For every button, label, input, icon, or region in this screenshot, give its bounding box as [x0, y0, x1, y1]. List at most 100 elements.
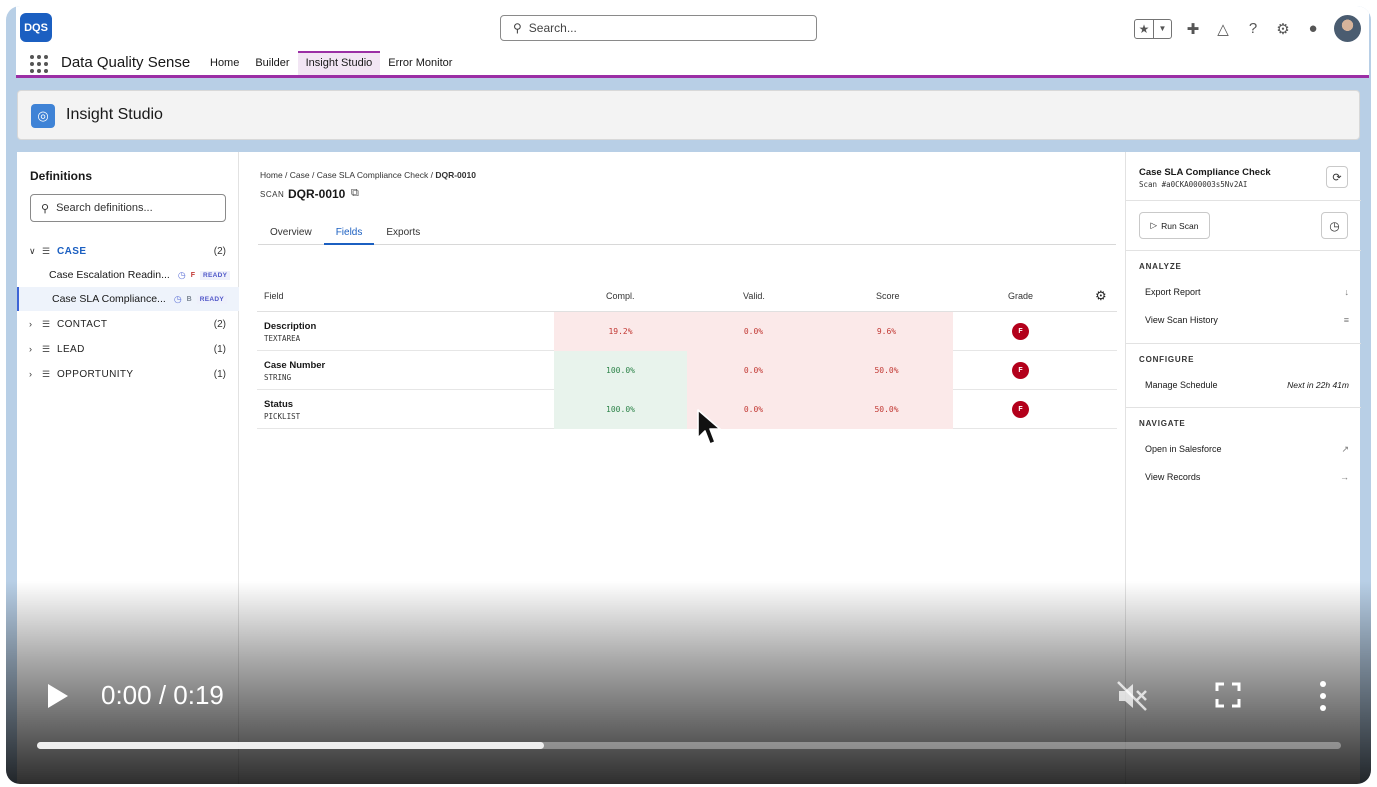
column-header-compl[interactable]: Compl.: [606, 291, 635, 301]
tab-fields[interactable]: Fields: [323, 217, 375, 245]
table-row[interactable]: Case Number STRING 100.0% 0.0% 50.0% F: [257, 351, 1117, 390]
app-logo[interactable]: DQS: [20, 13, 52, 42]
global-search-input[interactable]: ⚲ Search...: [500, 15, 817, 41]
avatar[interactable]: [1334, 15, 1361, 42]
favorites-group[interactable]: ★ ▼: [1134, 18, 1172, 39]
definitions-search-placeholder: Search definitions...: [56, 202, 153, 214]
chevron-right-icon[interactable]: ›: [29, 319, 39, 329]
valid-cell: 0.0%: [687, 351, 820, 390]
action-label: Manage Schedule: [1145, 380, 1218, 390]
header-icons: ★ ▼ ✚ △ ? ⚙ ●: [1134, 15, 1361, 42]
fields-table: Field Compl. Valid. Score Grade ⚙ Descri…: [257, 279, 1117, 429]
table-row[interactable]: Description TEXTAREA 19.2% 0.0% 9.6% F: [257, 312, 1117, 351]
score-cell: 9.6%: [820, 312, 953, 351]
valid-cell: 0.0%: [687, 312, 820, 351]
app-launcher-icon[interactable]: [30, 55, 48, 73]
grade-badge: F: [1012, 323, 1029, 340]
tab-overview[interactable]: Overview: [258, 217, 324, 245]
nav-tab-home[interactable]: Home: [202, 51, 247, 75]
next-run-text: Next in 22h 41m: [1287, 380, 1349, 390]
action-label: View Records: [1145, 472, 1201, 482]
breadcrumb: Home / Case / Case SLA Compliance Check …: [260, 170, 476, 180]
nav-tab-insight-studio[interactable]: Insight Studio: [297, 51, 381, 75]
grade-badge: B: [186, 295, 192, 303]
trailhead-icon[interactable]: △: [1214, 20, 1232, 38]
more-options-icon[interactable]: [1316, 679, 1330, 713]
manage-schedule-action[interactable]: Manage Schedule Next in 22h 41m: [1145, 380, 1349, 390]
status-badge: READY: [199, 270, 231, 280]
divider: [1126, 343, 1361, 344]
tree-group-opportunity[interactable]: › ☰ OPPORTUNITY (1): [17, 362, 239, 386]
gear-icon[interactable]: ⚙: [1274, 20, 1292, 38]
clock-icon: ◷: [173, 293, 182, 304]
action-label: View Scan History: [1145, 315, 1218, 325]
compl-cell: 19.2%: [554, 312, 687, 351]
view-scan-history-action[interactable]: View Scan History ≡: [1145, 315, 1349, 325]
tab-exports[interactable]: Exports: [374, 217, 432, 245]
gear-icon[interactable]: ⚙: [1095, 288, 1107, 304]
export-report-action[interactable]: Export Report ↓: [1145, 287, 1349, 297]
refresh-button[interactable]: ⟳: [1326, 166, 1348, 188]
field-name: Status: [264, 399, 294, 410]
video-progress-fill: [37, 742, 545, 749]
nav-tab-builder[interactable]: Builder: [247, 51, 297, 75]
definitions-search-input[interactable]: ⚲ Search definitions...: [30, 194, 226, 222]
external-link-icon[interactable]: ⧉: [351, 187, 359, 200]
field-type: PICKLIST: [264, 412, 301, 421]
tree-group-count: (1): [213, 368, 226, 380]
compl-cell: 100.0%: [554, 351, 687, 390]
field-name: Case Number: [264, 360, 326, 371]
bell-icon[interactable]: ●: [1304, 20, 1322, 37]
clock-icon: ◷: [177, 269, 186, 280]
tree-group-lead[interactable]: › ☰ LEAD (1): [17, 337, 239, 361]
page-title: Insight Studio: [66, 106, 163, 123]
star-icon[interactable]: ★: [1135, 20, 1153, 38]
app-name: Data Quality Sense: [61, 54, 191, 71]
breadcrumb-case[interactable]: Case: [290, 170, 310, 180]
breadcrumb-home[interactable]: Home: [260, 170, 283, 180]
nav-tab-error-monitor[interactable]: Error Monitor: [380, 51, 460, 75]
page-header: ◎ Insight Studio: [17, 90, 1360, 140]
scan-id: DQR-0010: [288, 187, 346, 201]
nav-bar: Data Quality Sense Home Builder Insight …: [16, 51, 1369, 78]
help-icon[interactable]: ?: [1244, 20, 1262, 37]
divider: [1126, 407, 1361, 408]
chevron-down-icon[interactable]: ▼: [1153, 19, 1171, 38]
tree-group-label: OPPORTUNITY: [57, 368, 134, 380]
grade-badge: F: [190, 271, 195, 279]
fullscreen-icon[interactable]: [1214, 681, 1242, 709]
clock-icon: ◷: [1329, 218, 1340, 233]
chevron-right-icon[interactable]: ›: [29, 344, 39, 354]
list-icon: ≡: [1343, 315, 1349, 325]
video-time: 0:00 / 0:19: [101, 680, 224, 710]
tree-group-count: (1): [213, 343, 226, 355]
plus-icon[interactable]: ✚: [1184, 20, 1202, 38]
open-in-salesforce-action[interactable]: Open in Salesforce ↗: [1145, 444, 1349, 455]
chevron-down-icon[interactable]: ∨: [29, 246, 39, 257]
arrow-right-icon: →: [1340, 472, 1349, 482]
status-badge: READY: [196, 294, 227, 304]
tree-group-case[interactable]: ∨ ☰ CASE (2): [17, 239, 239, 263]
mouse-cursor-icon: [697, 409, 721, 445]
tree-group-contact[interactable]: › ☰ CONTACT (2): [17, 312, 239, 336]
column-header-field[interactable]: Field: [264, 291, 284, 301]
history-button[interactable]: ◷: [1321, 212, 1348, 239]
column-header-grade[interactable]: Grade: [1008, 291, 1033, 301]
table-row[interactable]: Status PICKLIST 100.0% 0.0% 50.0% F: [257, 390, 1117, 429]
breadcrumb-definition[interactable]: Case SLA Compliance Check: [317, 170, 429, 180]
tree-item-case-escalation[interactable]: Case Escalation Readin... ◷ F READY: [17, 263, 239, 287]
tree-group-label: CONTACT: [57, 318, 108, 330]
arrow-down-icon: ↓: [1344, 287, 1350, 297]
column-header-valid[interactable]: Valid.: [743, 291, 765, 301]
grade-badge: F: [1012, 362, 1029, 379]
section-title-analyze: ANALYZE: [1139, 262, 1182, 271]
divider: [1126, 200, 1361, 201]
tree-item-case-sla-compliance[interactable]: Case SLA Compliance... ◷ B READY: [17, 287, 239, 311]
column-header-score[interactable]: Score: [876, 291, 900, 301]
mute-icon[interactable]: [1115, 679, 1149, 713]
chevron-right-icon[interactable]: ›: [29, 369, 39, 379]
view-records-action[interactable]: View Records →: [1145, 472, 1349, 482]
video-progress-bar[interactable]: [37, 742, 1341, 749]
play-icon[interactable]: [46, 682, 70, 710]
run-scan-button[interactable]: ▷ Run Scan: [1139, 212, 1210, 239]
